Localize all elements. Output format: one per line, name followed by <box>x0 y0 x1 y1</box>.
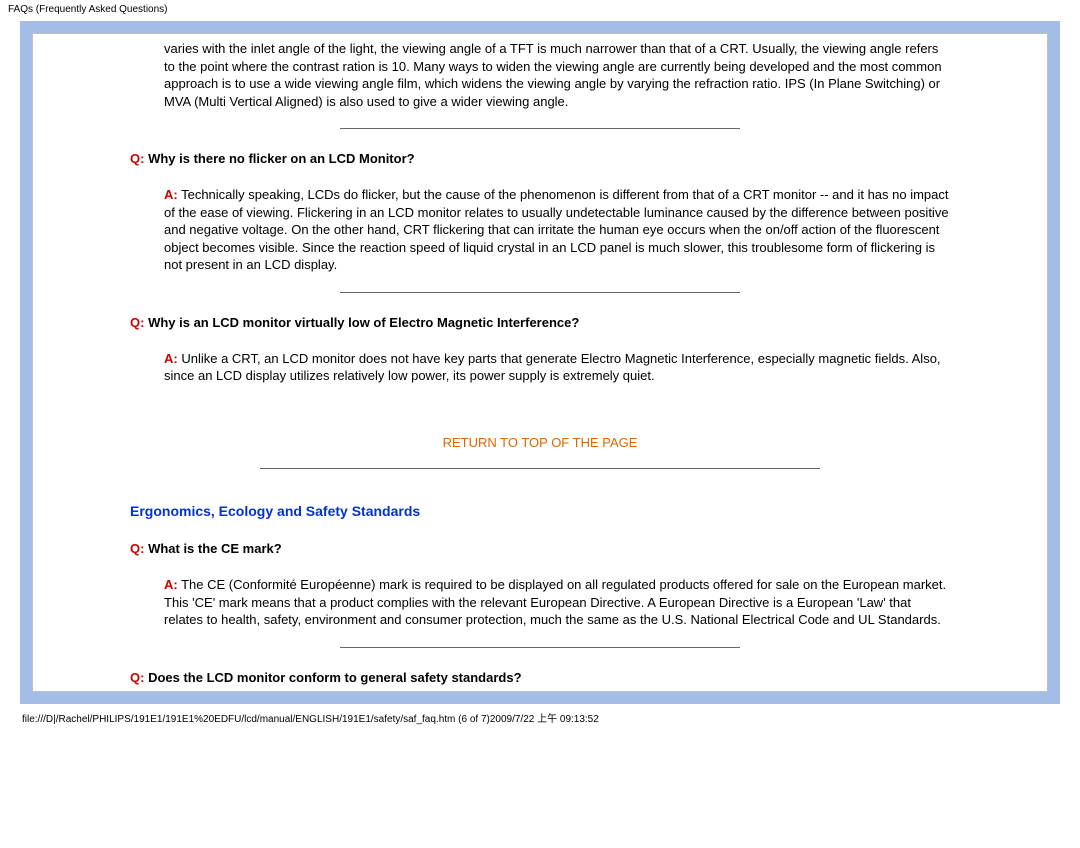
divider <box>340 647 740 648</box>
a-label: A: <box>164 351 178 366</box>
q-text: What is the CE mark? <box>144 541 281 556</box>
q-label: Q: <box>130 541 144 556</box>
return-to-top-link[interactable]: RETURN TO TOP OF THE PAGE <box>443 435 638 450</box>
a-text: Technically speaking, LCDs do flicker, b… <box>164 187 949 272</box>
q-label: Q: <box>130 151 144 166</box>
faq-question-ce: Q: What is the CE mark? <box>130 541 950 556</box>
q-label: Q: <box>130 670 144 685</box>
section-heading-ergonomics: Ergonomics, Ecology and Safety Standards <box>130 503 950 519</box>
outer-frame: varies with the inlet angle of the light… <box>20 21 1060 704</box>
q-label: Q: <box>130 315 144 330</box>
q-text: Why is there no flicker on an LCD Monito… <box>144 151 414 166</box>
faq-question-flicker: Q: Why is there no flicker on an LCD Mon… <box>130 151 950 166</box>
faq-answer-flicker: A: Technically speaking, LCDs do flicker… <box>164 186 950 274</box>
a-text: Unlike a CRT, an LCD monitor does not ha… <box>164 351 941 384</box>
q-text: Why is an LCD monitor virtually low of E… <box>144 315 579 330</box>
q-text: Does the LCD monitor conform to general … <box>144 670 521 685</box>
faq-question-emi: Q: Why is an LCD monitor virtually low o… <box>130 315 950 330</box>
divider-wide <box>260 468 820 469</box>
intro-paragraph: varies with the inlet angle of the light… <box>164 40 950 110</box>
a-label: A: <box>164 187 178 202</box>
content-area: varies with the inlet angle of the light… <box>110 40 970 685</box>
page-header-title: FAQs (Frequently Asked Questions) <box>0 0 1080 19</box>
faq-answer-emi: A: Unlike a CRT, an LCD monitor does not… <box>164 350 950 385</box>
a-text: The CE (Conformité Européenne) mark is r… <box>164 577 946 627</box>
divider <box>340 128 740 129</box>
faq-answer-ce: A: The CE (Conformité Européenne) mark i… <box>164 576 950 629</box>
a-label: A: <box>164 577 178 592</box>
return-to-top: RETURN TO TOP OF THE PAGE <box>130 435 950 450</box>
divider <box>340 292 740 293</box>
page-frame: varies with the inlet angle of the light… <box>32 33 1048 692</box>
footer-path: file:///D|/Rachel/PHILIPS/191E1/191E1%20… <box>0 704 1080 731</box>
faq-question-safety: Q: Does the LCD monitor conform to gener… <box>130 670 950 685</box>
